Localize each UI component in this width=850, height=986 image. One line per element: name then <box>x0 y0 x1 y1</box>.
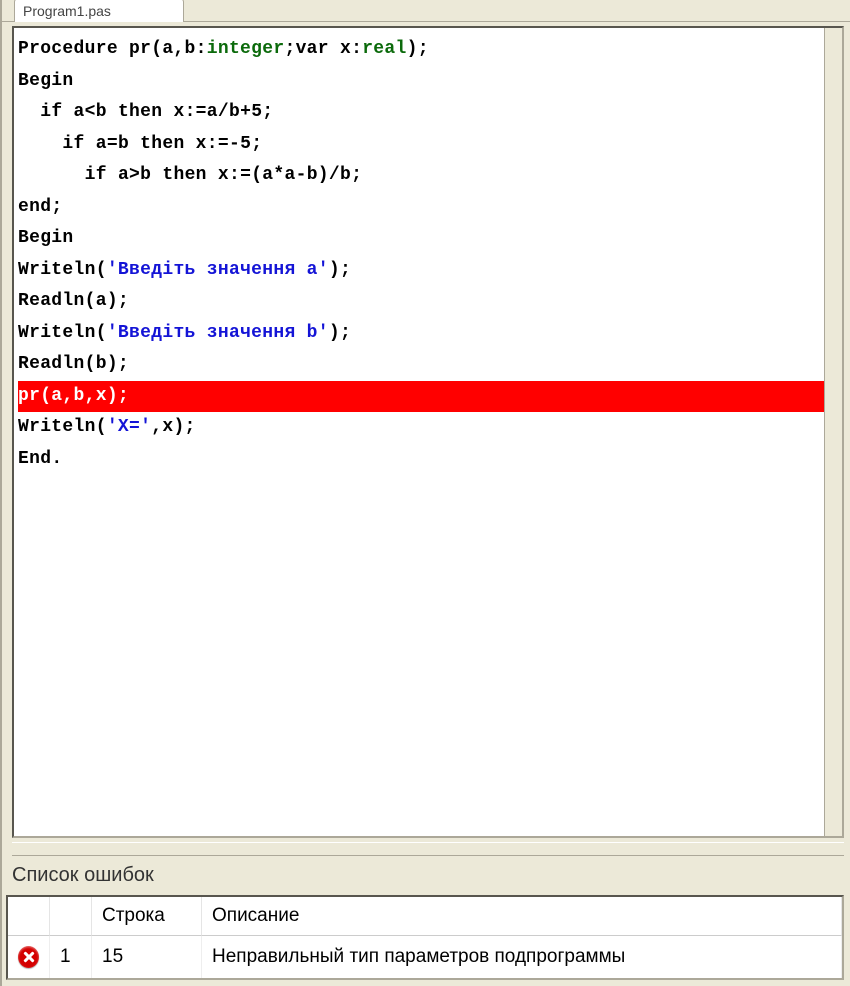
code-token: if <box>40 102 62 122</box>
code-line-highlighted[interactable]: pr(a,b,x); <box>18 381 838 413</box>
code-token: ); <box>329 323 351 343</box>
error-col-line[interactable]: Строка <box>92 897 202 936</box>
error-icon <box>18 946 39 968</box>
code-token: a=b <box>85 134 141 154</box>
error-list-header: Строка Описание <box>8 897 842 936</box>
code-token: Writeln( <box>18 323 107 343</box>
code-token: end <box>18 197 51 217</box>
code-line[interactable]: Writeln('X=',x); <box>18 412 838 444</box>
code-token: Procedure <box>18 39 118 59</box>
file-tab[interactable]: Program1.pas <box>14 0 184 22</box>
code-token: . <box>51 449 62 469</box>
code-line[interactable]: if a<b then x:=a/b+5; <box>18 97 838 129</box>
code-line[interactable]: Procedure pr(a,b:integer;var x:real); <box>18 34 838 66</box>
code-token: ; <box>51 197 62 217</box>
code-token: 'Введіть значення a' <box>107 260 329 280</box>
code-token: Writeln( <box>18 417 107 437</box>
error-row-icon-cell <box>8 936 50 978</box>
error-row-description: Неправильный тип параметров подпрограммы <box>202 936 842 978</box>
code-token: x:=(a*a-b)/b; <box>207 165 362 185</box>
code-token: then <box>162 165 206 185</box>
tab-bar: Program1.pas <box>2 0 850 22</box>
code-line[interactable]: Readln(b); <box>18 349 838 381</box>
code-token: var <box>296 39 329 59</box>
error-panel-title: Список ошибок <box>6 856 850 895</box>
code-line[interactable]: Begin <box>18 66 838 98</box>
code-token: End <box>18 449 51 469</box>
error-col-icon <box>8 897 50 936</box>
code-token: then <box>140 134 184 154</box>
error-list[interactable]: Строка Описание 115Неправильный тип пара… <box>6 895 844 980</box>
code-line[interactable]: if a>b then x:=(a*a-b)/b; <box>18 160 838 192</box>
pane-splitter[interactable] <box>12 842 844 856</box>
code-token: integer <box>207 39 285 59</box>
code-token: a<b <box>62 102 118 122</box>
code-token: if <box>85 165 107 185</box>
code-token: pr(a,b,x); <box>18 386 129 406</box>
code-token: real <box>362 39 406 59</box>
code-token: ); <box>407 39 429 59</box>
code-token: 'Введіть значення b' <box>107 323 329 343</box>
code-token: a>b <box>107 165 163 185</box>
code-token: then <box>118 102 162 122</box>
code-line[interactable]: Begin <box>18 223 838 255</box>
error-row[interactable]: 115Неправильный тип параметров подпрогра… <box>8 936 842 978</box>
error-col-desc[interactable]: Описание <box>202 897 842 936</box>
code-token: if <box>62 134 84 154</box>
error-row-number: 1 <box>50 936 92 978</box>
code-line[interactable]: End. <box>18 444 838 476</box>
code-line[interactable]: Writeln('Введіть значення a'); <box>18 255 838 287</box>
code-token: x:=-5; <box>185 134 263 154</box>
code-token: 'X=' <box>107 417 151 437</box>
code-token: x:=a/b+5; <box>162 102 273 122</box>
code-line[interactable]: if a=b then x:=-5; <box>18 129 838 161</box>
code-token: ,x); <box>151 417 195 437</box>
file-tab-label: Program1.pas <box>23 3 111 19</box>
error-col-num[interactable] <box>50 897 92 936</box>
code-line[interactable]: Readln(a); <box>18 286 838 318</box>
editor-scrollbar[interactable] <box>824 28 842 836</box>
error-row-line: 15 <box>92 936 202 978</box>
ide-window: Program1.pas Procedure pr(a,b:integer;va… <box>0 0 850 986</box>
code-token: x: <box>329 39 362 59</box>
code-token: Begin <box>18 71 74 91</box>
code-token: Writeln( <box>18 260 107 280</box>
code-token: ; <box>284 39 295 59</box>
code-line[interactable]: end; <box>18 192 838 224</box>
code-token: Begin <box>18 228 74 248</box>
code-token: Readln(a); <box>18 291 129 311</box>
code-editor[interactable]: Procedure pr(a,b:integer;var x:real);Beg… <box>12 26 844 838</box>
code-token: Readln(b); <box>18 354 129 374</box>
code-token: pr(a,b: <box>118 39 207 59</box>
code-token: ); <box>329 260 351 280</box>
code-line[interactable]: Writeln('Введіть значення b'); <box>18 318 838 350</box>
